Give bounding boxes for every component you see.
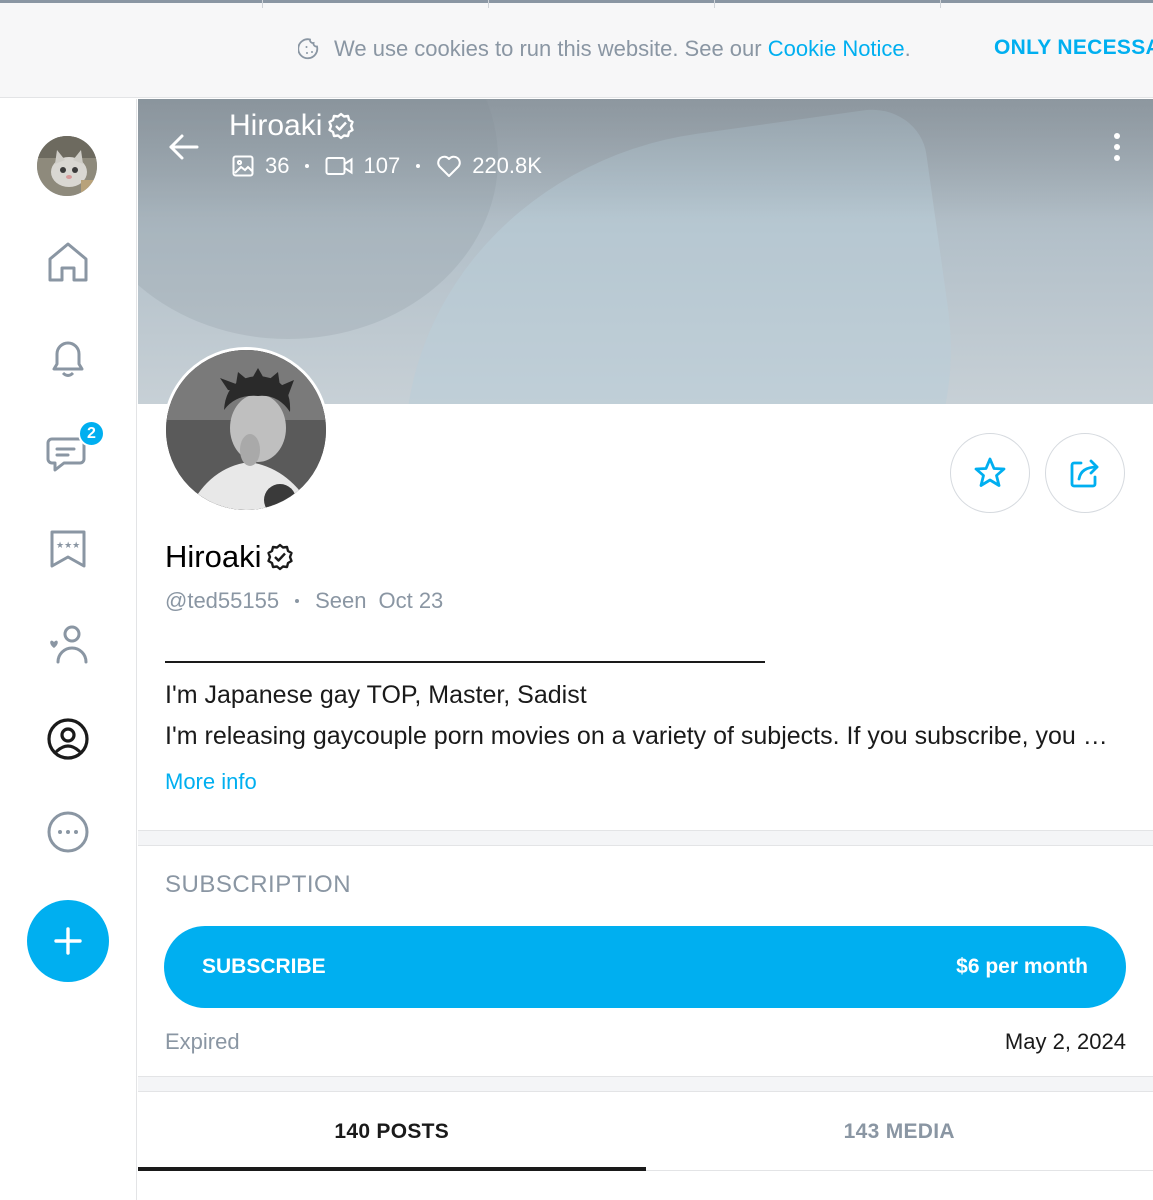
section-separator [138,830,1153,846]
cookie-message: We use cookies to run this website. See … [298,36,911,62]
subscription-date: May 2, 2024 [1004,1029,1126,1054]
profile-photo [166,350,326,510]
arrow-left-icon [169,134,199,160]
subscribe-button[interactable]: SUBSCRIBE $6 per month [164,926,1126,1008]
tab-posts[interactable]: 140 POSTS [138,1093,646,1171]
more-options-button[interactable] [1102,129,1132,165]
tab-media[interactable]: 143 MEDIA [646,1093,1153,1170]
star-icon [974,457,1006,487]
profile-meta: @ted55155 Seen Oct 23 [165,588,443,614]
favorite-button[interactable] [950,433,1030,513]
profile-handle: @ted55155 [165,588,280,613]
top-divider [0,0,1153,3]
subscription-status: Expired [165,1029,240,1054]
share-icon [1070,459,1099,488]
profile-main: Hiroaki 36 107 220.8K Hiroaki @ted55155 … [138,99,1153,1200]
subscription-title: SUBSCRIPTION [165,871,352,898]
seen-label: Seen [315,588,367,613]
svg-text:★★★: ★★★ [56,541,80,551]
seen-date: Oct 23 [378,588,444,613]
section-separator [138,1076,1153,1092]
divider-tick [262,0,263,8]
profile-tabs: 140 POSTS 143 MEDIA [138,1093,1153,1171]
bio-line-2: I'm releasing gaycouple porn movies on a… [165,722,1119,750]
bell-icon[interactable] [42,331,94,383]
divider-tick [714,0,715,8]
header-stats: 36 107 220.8K [231,153,542,179]
heart-icon [437,155,461,177]
home-icon[interactable] [42,236,94,288]
divider-tick [488,0,489,8]
subscribe-price: $6 per month [956,955,1088,978]
likes-stat: 220.8K [436,153,542,179]
header-title: Hiroaki [229,109,356,143]
videos-count: 107 [363,153,401,178]
videos-stat: 107 [325,153,400,179]
cookie-text: We use cookies to run this website. See … [334,36,762,61]
user-avatar[interactable] [37,136,97,196]
header-name: Hiroaki [229,109,323,142]
profile-name-text: Hiroaki [165,539,262,574]
cat-avatar-image [37,136,97,196]
plus-icon [54,927,82,955]
subscribe-label: SUBSCRIBE [202,955,326,978]
image-icon [232,155,254,177]
share-button[interactable] [1045,433,1125,513]
more-info-link[interactable]: More info [165,769,257,795]
cookie-banner: We use cookies to run this website. See … [0,0,1153,98]
cookie-period: . [904,36,911,61]
bio-divider [165,661,765,663]
profile-avatar[interactable] [163,347,329,513]
likes-count: 220.8K [472,153,542,178]
subscriptions-icon[interactable] [42,618,94,670]
back-button[interactable] [164,127,204,167]
photos-stat: 36 [231,153,289,179]
new-post-button[interactable] [27,900,109,982]
verified-icon [267,543,294,571]
only-necessary-button[interactable]: ONLY NECESSA [994,36,1153,60]
verified-icon [328,112,355,140]
photos-count: 36 [265,153,290,178]
messages-badge: 2 [78,420,105,447]
video-icon [325,157,353,175]
divider-tick [940,0,941,8]
sidebar: 2 ★★★ [0,99,137,1200]
bio-line-1: I'm Japanese gay TOP, Master, Sadist [165,681,587,709]
profile-icon[interactable] [42,713,94,765]
more-icon[interactable] [42,806,94,858]
cookie-notice-link[interactable]: Cookie Notice [768,36,905,62]
profile-name: Hiroaki [165,539,295,575]
cookie-icon [298,38,319,60]
bookmarks-icon[interactable]: ★★★ [42,522,94,574]
cover-image [138,99,1153,404]
